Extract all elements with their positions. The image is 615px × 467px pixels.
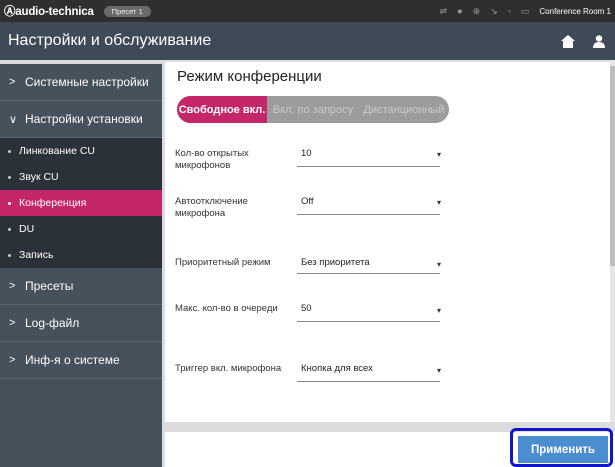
sidebar-subitem-du[interactable]: DU bbox=[0, 216, 162, 242]
bullet-icon bbox=[8, 253, 11, 257]
mic-trigger-select[interactable]: Кнопка для всех bbox=[301, 363, 373, 374]
dropdown-caret-icon[interactable]: ▾ bbox=[437, 260, 441, 269]
dropdown-caret-icon[interactable]: ▾ bbox=[437, 198, 441, 207]
wireless-icon: ↘ bbox=[490, 5, 498, 16]
conference-mode-selector: Свободное вкл. Вкл. по запросу Дистанцио… bbox=[177, 96, 449, 123]
chevron-right-icon: > bbox=[9, 76, 16, 88]
sidebar-subitem-label: Линкование CU bbox=[19, 145, 95, 157]
max-queue-select[interactable]: 50 bbox=[301, 303, 312, 314]
sidebar-subitem-cu-linking[interactable]: Линкование CU bbox=[0, 138, 162, 164]
apply-button[interactable]: Применить bbox=[518, 436, 608, 463]
home-icon[interactable] bbox=[561, 34, 575, 48]
bullet-icon bbox=[8, 175, 11, 179]
app-header: Настройки и обслуживание bbox=[0, 22, 615, 60]
dropdown-caret-icon[interactable]: ▾ bbox=[437, 150, 441, 159]
open-mics-select[interactable]: 10 bbox=[301, 148, 312, 159]
sidebar-subitem-cu-sound[interactable]: Звук CU bbox=[0, 164, 162, 190]
mode-request-button[interactable]: Вкл. по запросу bbox=[267, 96, 359, 123]
sidebar-item-installation-settings[interactable]: ∨ Настройки установки bbox=[0, 101, 162, 138]
chevron-right-icon: > bbox=[9, 280, 16, 292]
bullet-icon bbox=[8, 227, 11, 231]
field-label: Автоотключение микрофона bbox=[175, 196, 248, 219]
preset-badge: Пресет 1 bbox=[103, 5, 151, 17]
field-label: Приоритетный режим bbox=[175, 257, 271, 268]
sidebar-item-label: Системные настройки bbox=[25, 75, 149, 89]
field-label: Макс. кол-во в очереди bbox=[175, 303, 278, 314]
signal-icon: ▫ bbox=[507, 6, 511, 16]
auto-mic-off-select[interactable]: Off bbox=[301, 196, 314, 207]
sidebar-item-log-file[interactable]: > Log-файл bbox=[0, 305, 162, 342]
room-name: Conference Room 1 bbox=[539, 6, 611, 16]
sidebar-item-presets[interactable]: > Пресеты bbox=[0, 268, 162, 305]
record-icon: ● bbox=[457, 6, 463, 16]
sidebar-subitem-label: Конференция bbox=[19, 197, 87, 209]
page-title: Настройки и обслуживание bbox=[8, 32, 212, 49]
bullet-icon bbox=[8, 149, 11, 153]
usb-icon: ⇌ bbox=[439, 5, 448, 16]
bullet-icon bbox=[8, 201, 11, 205]
dropdown-caret-icon[interactable]: ▾ bbox=[437, 366, 441, 375]
scrollbar-thumb[interactable] bbox=[610, 66, 615, 266]
settings-panel: Режим конференции Свободное вкл. Вкл. по… bbox=[165, 62, 610, 422]
sidebar-item-label: Пресеты bbox=[25, 279, 74, 293]
field-label: Триггер вкл. микрофона bbox=[175, 363, 282, 374]
sidebar-subitem-recording[interactable]: Запись bbox=[0, 242, 162, 268]
sidebar: > Системные настройки ∨ Настройки устано… bbox=[0, 60, 162, 467]
sidebar-item-label: Настройки установки bbox=[25, 112, 143, 126]
display-icon: ▭ bbox=[520, 5, 530, 16]
mode-free-on-button[interactable]: Свободное вкл. bbox=[177, 96, 267, 123]
priority-mode-select[interactable]: Без приоритета bbox=[301, 257, 370, 268]
sidebar-subitem-label: Звук CU bbox=[19, 171, 59, 183]
user-icon[interactable] bbox=[593, 34, 605, 48]
dropdown-caret-icon[interactable]: ▾ bbox=[437, 306, 441, 315]
field-label: Кол-во открытых микрофонов bbox=[175, 148, 249, 171]
sidebar-item-system-settings[interactable]: > Системные настройки bbox=[0, 64, 162, 101]
sidebar-item-system-info[interactable]: > Инф-я о системе bbox=[0, 342, 162, 379]
section-title: Режим конференции bbox=[177, 68, 322, 85]
sync-icon: ⊕ bbox=[472, 5, 481, 16]
sidebar-subitem-conference[interactable]: Конференция bbox=[0, 190, 162, 216]
top-status-bar: Ⓐaudio-technica Пресет 1 ⇌ ● ⊕ ↘ ▫ ▭ Con… bbox=[0, 0, 615, 22]
sidebar-subitem-label: Запись bbox=[19, 249, 54, 261]
sidebar-item-label: Log-файл bbox=[25, 316, 80, 330]
sidebar-subitem-label: DU bbox=[19, 223, 35, 235]
chevron-right-icon: > bbox=[9, 354, 16, 366]
chevron-down-icon: ∨ bbox=[9, 113, 18, 126]
brand-logo: Ⓐaudio-technica bbox=[4, 6, 94, 18]
sidebar-item-label: Инф-я о системе bbox=[25, 353, 120, 367]
chevron-right-icon: > bbox=[9, 317, 16, 329]
mode-remote-button[interactable]: Дистанционный bbox=[359, 96, 449, 123]
